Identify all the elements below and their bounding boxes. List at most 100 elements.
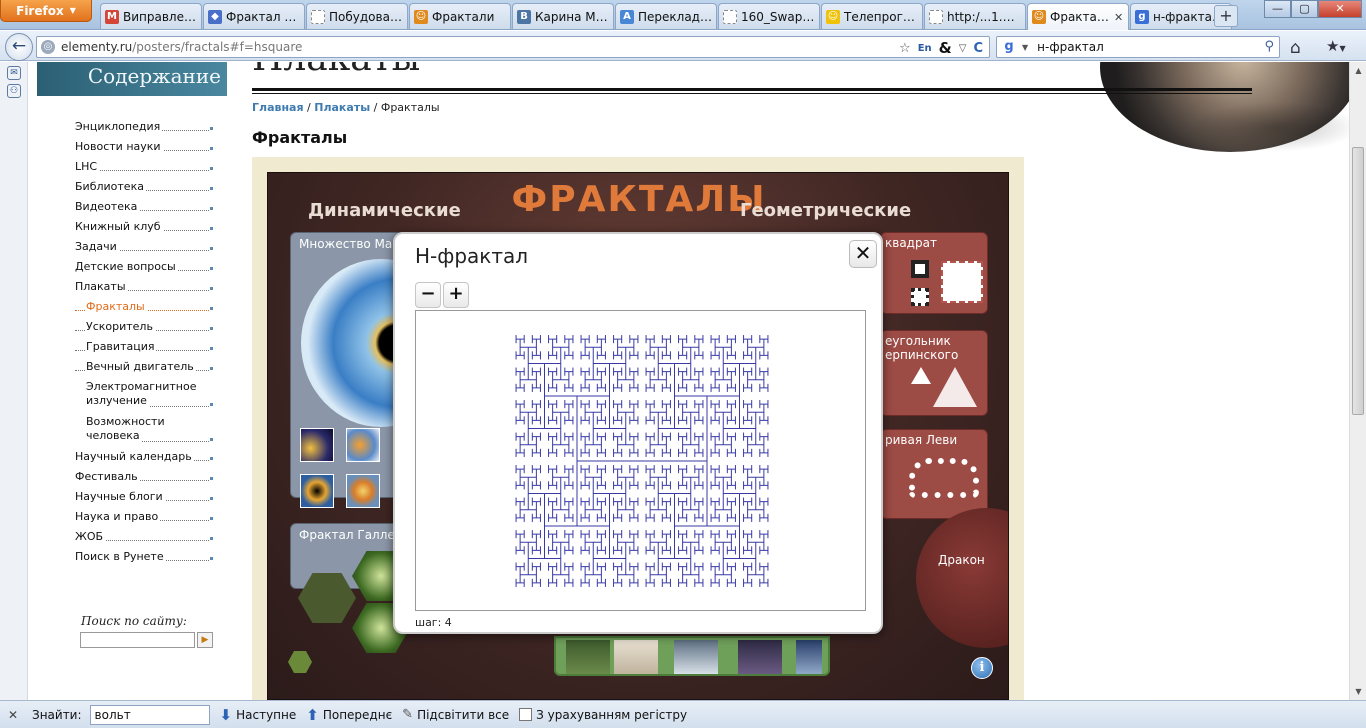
nav-item[interactable]: Электромагнитное излучение — [75, 380, 213, 415]
nav-item[interactable]: LHC — [75, 160, 213, 180]
browser-tab[interactable]: ☺ Фракталы ✕ — [1027, 3, 1129, 30]
site-search-input[interactable] — [80, 632, 195, 648]
breadcrumb-posters-link[interactable]: Плакаты — [314, 101, 370, 114]
nav-item[interactable]: Гравитация — [75, 340, 213, 360]
tab-label: Телепрогра... — [844, 9, 918, 24]
browser-tab[interactable]: ◆ Фрактал - ... — [203, 3, 305, 29]
home-icon[interactable]: ⌂ — [1290, 38, 1301, 58]
firefox-menu-button[interactable]: Firefox ▼ — [0, 0, 92, 22]
highlight-all-button[interactable]: ✎ Підсвітити все — [402, 707, 509, 722]
mail-icon[interactable]: ✉ — [7, 66, 21, 80]
nav-item[interactable]: Фракталы — [75, 300, 213, 320]
chevron-down-icon[interactable]: ▼ — [1022, 43, 1028, 52]
mandelbrot-label: Множество Ман — [299, 237, 401, 251]
find-close-button[interactable]: ✕ — [8, 708, 24, 722]
photo-thumb[interactable] — [674, 640, 718, 674]
maximize-button[interactable]: ▢ — [1291, 0, 1318, 18]
search-bar[interactable]: g ▼ н-фрактал ⚲ — [996, 36, 1280, 58]
nav-item[interactable]: Видеотека — [75, 200, 213, 220]
scroll-down-arrow[interactable]: ▼ — [1350, 683, 1366, 700]
nav-bullet-icon — [210, 497, 213, 500]
levy-curve-card[interactable]: ривая Леви — [880, 429, 988, 519]
search-icon[interactable]: ⚲ — [1264, 39, 1274, 54]
nav-item[interactable]: ЖОБ — [75, 530, 213, 550]
tab-close-icon[interactable]: ✕ — [1114, 11, 1124, 24]
match-case-toggle[interactable]: З урахуванням регістру — [519, 708, 687, 722]
browser-tab[interactable]: ☺ Фрактали — [409, 3, 511, 29]
bookmarks-menu-button[interactable]: ★▼ — [1326, 37, 1346, 55]
browser-tab[interactable]: M Виправлен... — [100, 3, 202, 29]
browser-tab[interactable]: 160_Swapna... — [718, 3, 820, 29]
nav-item[interactable]: Фестиваль — [75, 470, 213, 490]
square-fractal-card[interactable]: квадрат — [880, 232, 988, 314]
vertical-scrollbar[interactable]: ▲ ▼ — [1349, 62, 1366, 700]
nav-item[interactable]: Книжный клуб — [75, 220, 213, 240]
search-input[interactable]: н-фрактал — [1037, 40, 1104, 54]
breadcrumb-separator: / — [303, 101, 315, 114]
browser-tab[interactable]: ☺ Телепрогра... — [821, 3, 923, 29]
reload-icon[interactable]: C — [973, 41, 983, 56]
photo-thumb[interactable] — [738, 640, 782, 674]
globe-shadow — [1190, 102, 1349, 152]
site-search-button[interactable]: ▶ — [197, 632, 213, 648]
url-path: /posters/fractals#f=hsquare — [132, 40, 303, 54]
nav-item[interactable]: Научные блоги — [75, 490, 213, 510]
back-button[interactable]: ← — [5, 33, 33, 61]
find-next-button[interactable]: ⬇ Наступне — [220, 706, 297, 724]
mandelbrot-thumbnail[interactable] — [300, 474, 334, 508]
fractal-canvas[interactable] — [415, 310, 866, 611]
nav-item[interactable]: Новости науки — [75, 140, 213, 160]
browser-tab[interactable]: http:/...1.htm — [924, 3, 1026, 29]
mandelbrot-thumbnail[interactable] — [300, 428, 334, 462]
square-fractal-thumb — [941, 261, 983, 303]
url-bar[interactable]: ◎ elementy.ru /posters/fractals#f=hsquar… — [36, 36, 990, 58]
info-icon[interactable]: i — [971, 657, 993, 679]
match-case-checkbox[interactable] — [519, 708, 533, 721]
nav-bullet-icon — [210, 557, 213, 560]
find-input[interactable]: вольт — [89, 704, 210, 725]
tab-favicon-icon: B — [517, 9, 531, 24]
photo-thumb[interactable] — [614, 640, 658, 674]
nav-item[interactable]: Поиск в Рунете — [75, 550, 213, 570]
nav-item[interactable]: Плакаты — [75, 280, 213, 300]
minimize-button[interactable]: — — [1264, 0, 1291, 18]
browser-tab[interactable]: B Карина Ма... — [512, 3, 614, 29]
nav-item[interactable]: Ускоритель — [75, 320, 213, 340]
photo-thumb[interactable] — [566, 640, 610, 674]
browser-tab[interactable]: Побудова р... — [306, 3, 408, 29]
network-icon[interactable]: ⚇ — [7, 84, 21, 98]
h-fractal-drawing — [515, 335, 769, 587]
history-dropdown-icon[interactable]: ▽ — [959, 43, 967, 54]
zoom-out-button[interactable]: − — [415, 282, 441, 308]
nav-bullet-icon — [210, 438, 213, 441]
ampersand-icon[interactable]: & — [939, 39, 952, 57]
sierpinski-card[interactable]: еугольник ерпинского — [880, 330, 988, 416]
mandelbrot-thumbnail[interactable] — [346, 474, 380, 508]
dialog-close-button[interactable]: ✕ — [849, 240, 877, 268]
nav-item[interactable]: Наука и право — [75, 510, 213, 530]
sierpinski-thumb — [933, 367, 977, 407]
photo-thumb[interactable] — [796, 640, 822, 674]
nav-item-label: Фракталы — [86, 300, 147, 313]
nav-item[interactable]: Научный календарь — [75, 450, 213, 470]
nav-item[interactable]: Задачи — [75, 240, 213, 260]
scroll-thumb[interactable] — [1352, 147, 1364, 415]
mandelbrot-thumbnail[interactable] — [346, 428, 380, 462]
find-previous-button[interactable]: ⬆ Попереднє — [306, 706, 392, 724]
nav-item[interactable]: Библиотека — [75, 180, 213, 200]
zoom-in-button[interactable]: + — [443, 282, 469, 308]
nav-item[interactable]: Энциклопедия — [75, 120, 213, 140]
dragon-curve-image[interactable] — [916, 508, 1008, 648]
breadcrumb-separator: / — [370, 101, 381, 114]
window-close-button[interactable]: ✕ — [1318, 0, 1362, 18]
scroll-up-arrow[interactable]: ▲ — [1350, 62, 1366, 79]
nav-item[interactable]: Вечный двигатель — [75, 360, 213, 380]
nav-item[interactable]: Возможности человека — [75, 415, 213, 450]
browser-tab[interactable]: A Переклада... — [615, 3, 717, 29]
gallery-hex-tile[interactable] — [288, 651, 312, 673]
translate-icon[interactable]: En — [918, 43, 932, 54]
breadcrumb-home-link[interactable]: Главная — [252, 101, 304, 114]
nav-item[interactable]: Детские вопросы — [75, 260, 213, 280]
new-tab-button[interactable]: + — [1214, 5, 1238, 27]
bookmark-star-icon[interactable]: ☆ — [899, 41, 911, 56]
